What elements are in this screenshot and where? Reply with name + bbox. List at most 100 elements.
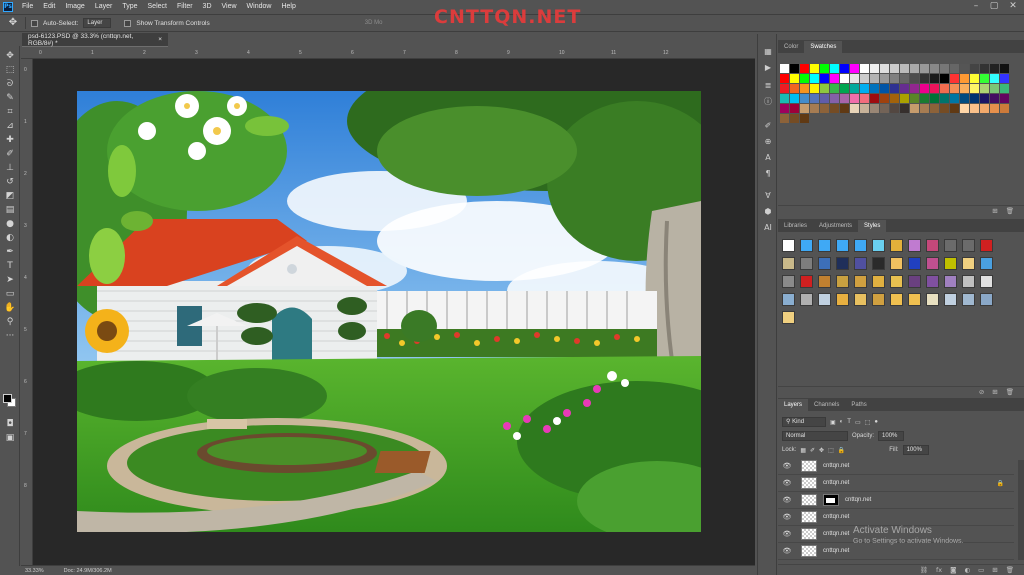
style-preset[interactable] bbox=[836, 239, 849, 252]
history-panel-icon[interactable]: ▦ bbox=[761, 46, 775, 58]
style-preset[interactable] bbox=[908, 275, 921, 288]
color-swatch[interactable] bbox=[940, 104, 949, 113]
quick-select-tool-icon[interactable]: ✎ bbox=[3, 92, 17, 104]
color-swatch[interactable] bbox=[780, 114, 789, 123]
color-swatch[interactable] bbox=[910, 104, 919, 113]
opacity-field[interactable]: 100% bbox=[878, 431, 905, 441]
delete-layer-icon[interactable]: 🗑 bbox=[1006, 566, 1014, 574]
color-swatch[interactable] bbox=[970, 84, 979, 93]
filter-adjustment-icon[interactable]: ◐ bbox=[840, 419, 844, 425]
color-swatch[interactable] bbox=[870, 74, 879, 83]
color-swatch[interactable] bbox=[810, 104, 819, 113]
color-swatch[interactable] bbox=[990, 74, 999, 83]
color-swatch[interactable] bbox=[890, 84, 899, 93]
color-swatch[interactable] bbox=[950, 64, 959, 73]
visibility-eye-icon[interactable]: 👁 bbox=[781, 496, 793, 504]
fill-field[interactable]: 100% bbox=[902, 445, 929, 455]
style-preset[interactable] bbox=[926, 239, 939, 252]
new-swatch-icon[interactable]: ⊞ bbox=[992, 207, 997, 215]
color-swatch[interactable] bbox=[920, 64, 929, 73]
color-swatch[interactable] bbox=[960, 64, 969, 73]
color-swatch[interactable] bbox=[970, 64, 979, 73]
color-swatch[interactable] bbox=[850, 74, 859, 83]
color-swatch[interactable] bbox=[900, 64, 909, 73]
new-group-icon[interactable]: ▭ bbox=[978, 566, 984, 574]
new-style-icon[interactable]: ⊞ bbox=[992, 388, 997, 396]
color-swatch[interactable] bbox=[940, 84, 949, 93]
style-preset[interactable] bbox=[836, 257, 849, 270]
color-swatch[interactable] bbox=[930, 64, 939, 73]
stamp-tool-icon[interactable]: ⊥ bbox=[3, 162, 17, 174]
foreground-color-swatch[interactable] bbox=[3, 394, 12, 403]
brush-tool-icon[interactable]: ✐ bbox=[3, 148, 17, 160]
style-preset[interactable] bbox=[836, 275, 849, 288]
visibility-eye-icon[interactable]: 👁 bbox=[781, 530, 793, 538]
color-swatch[interactable] bbox=[1000, 104, 1009, 113]
history-brush-tool-icon[interactable]: ↺ bbox=[3, 176, 17, 188]
color-swatch[interactable] bbox=[780, 104, 789, 113]
style-preset[interactable] bbox=[872, 239, 885, 252]
screen-mode-icon[interactable]: ▣ bbox=[3, 432, 17, 444]
color-swatch[interactable] bbox=[810, 84, 819, 93]
color-swatch[interactable] bbox=[920, 104, 929, 113]
color-swatch[interactable] bbox=[1000, 94, 1009, 103]
filter-type-icon[interactable]: T bbox=[847, 419, 851, 425]
color-swatch[interactable] bbox=[890, 64, 899, 73]
color-swatch[interactable] bbox=[790, 104, 799, 113]
minimize-icon[interactable]: – bbox=[968, 0, 984, 13]
color-swatch[interactable] bbox=[860, 84, 869, 93]
pen-tool-icon[interactable]: ✒ bbox=[3, 246, 17, 258]
color-swatch[interactable] bbox=[820, 84, 829, 93]
color-swatch[interactable] bbox=[960, 94, 969, 103]
style-preset[interactable] bbox=[818, 275, 831, 288]
add-mask-icon[interactable]: ◙ bbox=[950, 566, 956, 574]
style-preset[interactable] bbox=[854, 275, 867, 288]
color-swatch[interactable] bbox=[830, 64, 839, 73]
color-swatch[interactable] bbox=[980, 104, 989, 113]
style-preset[interactable] bbox=[944, 239, 957, 252]
style-preset[interactable] bbox=[818, 257, 831, 270]
eraser-tool-icon[interactable]: ◩ bbox=[3, 190, 17, 202]
color-swatch[interactable] bbox=[810, 94, 819, 103]
color-swatch[interactable] bbox=[940, 64, 949, 73]
layer-kind-filter[interactable]: ⚲ Kind bbox=[782, 417, 826, 427]
color-swatch[interactable] bbox=[930, 94, 939, 103]
color-swatch[interactable] bbox=[860, 64, 869, 73]
quick-mask-icon[interactable]: ◘ bbox=[3, 418, 17, 430]
color-swatch[interactable] bbox=[870, 104, 879, 113]
color-swatch[interactable] bbox=[840, 74, 849, 83]
link-layers-icon[interactable]: ⛓ bbox=[920, 566, 928, 574]
color-swatch[interactable] bbox=[900, 104, 909, 113]
style-preset[interactable] bbox=[872, 275, 885, 288]
color-swatch[interactable] bbox=[840, 84, 849, 93]
layer-mask-thumbnail[interactable] bbox=[823, 494, 839, 506]
lock-position-icon[interactable]: ✥ bbox=[819, 447, 824, 454]
color-swatch[interactable] bbox=[870, 94, 879, 103]
gradient-tool-icon[interactable]: ▤ bbox=[3, 204, 17, 216]
style-preset[interactable] bbox=[926, 293, 939, 306]
color-swatch[interactable] bbox=[870, 84, 879, 93]
color-swatch[interactable] bbox=[1000, 74, 1009, 83]
menu-type[interactable]: Type bbox=[117, 0, 142, 13]
style-preset[interactable] bbox=[890, 293, 903, 306]
color-swatch[interactable] bbox=[810, 64, 819, 73]
brush-panel-icon[interactable]: ✐ bbox=[761, 120, 775, 132]
color-swatch[interactable] bbox=[920, 74, 929, 83]
visibility-eye-icon[interactable]: 👁 bbox=[781, 513, 793, 521]
close-tab-icon[interactable]: × bbox=[158, 36, 162, 43]
color-swatch[interactable] bbox=[790, 94, 799, 103]
color-swatch[interactable] bbox=[830, 94, 839, 103]
color-swatch[interactable] bbox=[940, 74, 949, 83]
color-swatch[interactable] bbox=[800, 104, 809, 113]
color-swatch[interactable] bbox=[880, 84, 889, 93]
style-preset[interactable] bbox=[944, 293, 957, 306]
color-swatch[interactable] bbox=[950, 94, 959, 103]
color-swatch[interactable] bbox=[830, 84, 839, 93]
auto-select-checkbox[interactable] bbox=[31, 19, 38, 27]
eyedropper-tool-icon[interactable]: ⊿ bbox=[3, 120, 17, 132]
clear-style-icon[interactable]: ⊘ bbox=[979, 388, 984, 396]
tab-layers[interactable]: Layers bbox=[778, 399, 809, 411]
color-swatch[interactable] bbox=[980, 94, 989, 103]
blur-tool-icon[interactable]: ● bbox=[3, 218, 17, 230]
info-panel-icon[interactable]: ⓘ bbox=[761, 96, 775, 108]
